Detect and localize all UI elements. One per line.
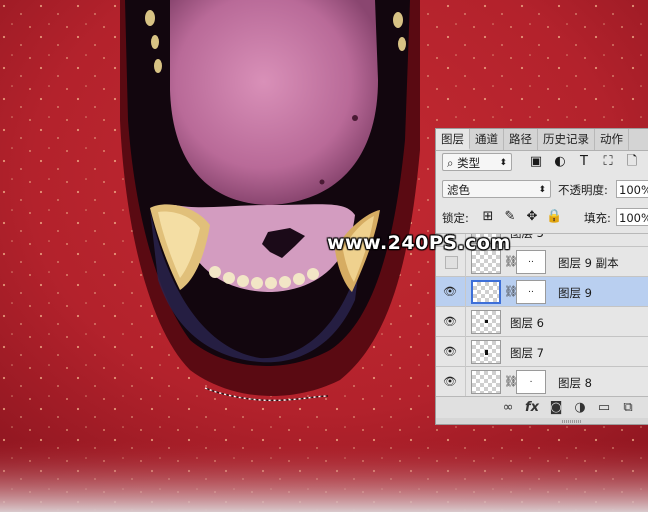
blend-mode-value: 滤色 — [447, 183, 470, 197]
fill-label: 填充: — [584, 211, 611, 225]
layer-row[interactable]: 👁 ⛓ . 图层 8 — [436, 367, 648, 397]
layer-thumbnail — [471, 310, 501, 334]
eye-icon[interactable]: 👁 — [442, 285, 458, 298]
layer-name: 图层 8 — [558, 376, 592, 390]
layer-name: 图层 5 — [510, 233, 544, 240]
layer-thumbnail — [471, 340, 501, 364]
lock-icons: ⊞ ✎ ✥ 🔒 — [480, 208, 563, 226]
layer-name: 图层 9 副本 — [558, 256, 619, 270]
opacity-label: 不透明度: — [558, 183, 608, 197]
image-filter-icon[interactable]: ▣ — [528, 153, 544, 171]
layer-filter-select[interactable]: ⌕ 类型 ⬍ — [442, 153, 512, 171]
layer-name: 图层 6 — [510, 316, 544, 330]
lock-transparent-icon[interactable]: ⊞ — [480, 208, 496, 226]
smart-object-filter-icon[interactable]: 🗋 — [624, 153, 640, 171]
layer-row[interactable]: 👁 图层 7 — [436, 337, 648, 367]
eye-icon[interactable]: 👁 — [442, 315, 458, 328]
tab-channels[interactable]: 通道 — [470, 129, 504, 150]
layer-row-selected[interactable]: 👁 ⛓ .. 图层 9 — [436, 277, 648, 307]
type-filter-icon[interactable]: T — [576, 153, 592, 171]
opacity-input[interactable]: 100% — [616, 180, 648, 198]
lock-label: 锁定: — [442, 211, 469, 225]
filter-type-value: 类型 — [457, 156, 481, 170]
blend-row: 滤色 ⬍ 不透明度: 100% — [436, 179, 648, 201]
tab-history[interactable]: 历史记录 — [538, 129, 595, 150]
new-layer-icon[interactable]: ⧉ — [620, 399, 636, 417]
tab-actions[interactable]: 动作 — [595, 129, 629, 150]
panel-tabs: 图层 通道 路径 历史记录 动作 — [436, 129, 648, 151]
layer-row[interactable]: 👁 图层 6 — [436, 307, 648, 337]
tab-layers[interactable]: 图层 — [436, 129, 470, 150]
link-layers-icon[interactable]: ∞ — [500, 399, 516, 417]
tab-paths[interactable]: 路径 — [504, 129, 538, 150]
lock-move-icon[interactable]: ✥ — [524, 208, 540, 226]
eye-icon[interactable]: 👁 — [442, 375, 458, 388]
bottom-icons: ∞ fx ◙ ◑ ▭ ⧉ — [500, 399, 636, 417]
adjustment-filter-icon[interactable]: ◐ — [552, 153, 568, 171]
layer-mask-thumbnail[interactable]: . — [516, 370, 546, 394]
eye-icon[interactable]: 👁 — [442, 345, 458, 358]
new-group-icon[interactable]: ▭ — [596, 399, 612, 417]
fx-icon[interactable]: fx — [524, 399, 540, 417]
visibility-off-icon[interactable] — [445, 256, 458, 269]
layers-panel: 图层 通道 路径 历史记录 动作 ⌕ 类型 ⬍ ▣ ◐ T ⛶ 🗋 滤色 ⬍ 不… — [435, 128, 648, 425]
layer-list[interactable]: 👁 图层 5 ⛓ .. 图层 9 副本 👁 ⛓ .. 图层 9 👁 — [436, 233, 648, 397]
lock-row: 锁定: ⊞ ✎ ✥ 🔒 填充: 100% — [436, 207, 648, 229]
lock-brush-icon[interactable]: ✎ — [502, 208, 518, 226]
layer-name: 图层 9 — [558, 286, 592, 300]
shape-filter-icon[interactable]: ⛶ — [600, 153, 616, 171]
layer-name: 图层 7 — [510, 346, 544, 360]
fill-input[interactable]: 100% — [616, 208, 648, 226]
panel-bottom-toolbar: ∞ fx ◙ ◑ ▭ ⧉ — [436, 396, 648, 419]
panel-resize-grip[interactable] — [436, 418, 648, 424]
filter-row: ⌕ 类型 ⬍ ▣ ◐ T ⛶ 🗋 — [436, 152, 648, 172]
layer-mask-thumbnail[interactable]: .. — [516, 280, 546, 304]
chevron-updown-icon: ⬍ — [538, 185, 546, 195]
blend-mode-select[interactable]: 滤色 ⬍ — [442, 180, 551, 198]
chevron-updown-icon: ⬍ — [499, 158, 507, 168]
watermark-text: www.240PS.com — [327, 232, 511, 254]
lock-all-icon[interactable]: 🔒 — [546, 208, 562, 226]
layer-thumbnail — [471, 280, 501, 304]
search-icon: ⌕ — [447, 156, 454, 170]
filter-icons: ▣ ◐ T ⛶ 🗋 — [528, 153, 640, 171]
adjustment-layer-icon[interactable]: ◑ — [572, 399, 588, 417]
layer-thumbnail — [471, 370, 501, 394]
layer-mask-thumbnail[interactable]: .. — [516, 250, 546, 274]
add-mask-icon[interactable]: ◙ — [548, 399, 564, 417]
